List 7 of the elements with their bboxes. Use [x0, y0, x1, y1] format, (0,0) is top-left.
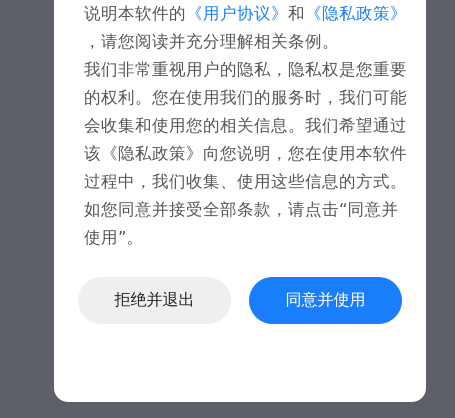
decline-button[interactable]: 拒绝并退出 — [78, 277, 231, 324]
body-text: 我们非常重视用户的隐私，隐私权是您重要的权利。您在使用我们的服务时，我们可能会收集和使用您的相关信息。我们希望通过该《隐私政策》向您说明，您在使用本软件过程中，我们收集、使用这些信息的方式。 — [84, 59, 408, 193]
policy-link[interactable]: 《隐私政策》 — [305, 4, 407, 23]
agree-button[interactable]: 同意并使用 — [249, 277, 402, 324]
policy-link[interactable]: 《用户协议》 — [186, 4, 288, 23]
body-text: 说明本软件的《用户协议》和《隐私政策》 ，请您阅读并充分理解相关条例。 — [84, 3, 408, 53]
body-text: 如您同意并接受全部条款，请点击“同意并使用”。 — [84, 199, 400, 249]
